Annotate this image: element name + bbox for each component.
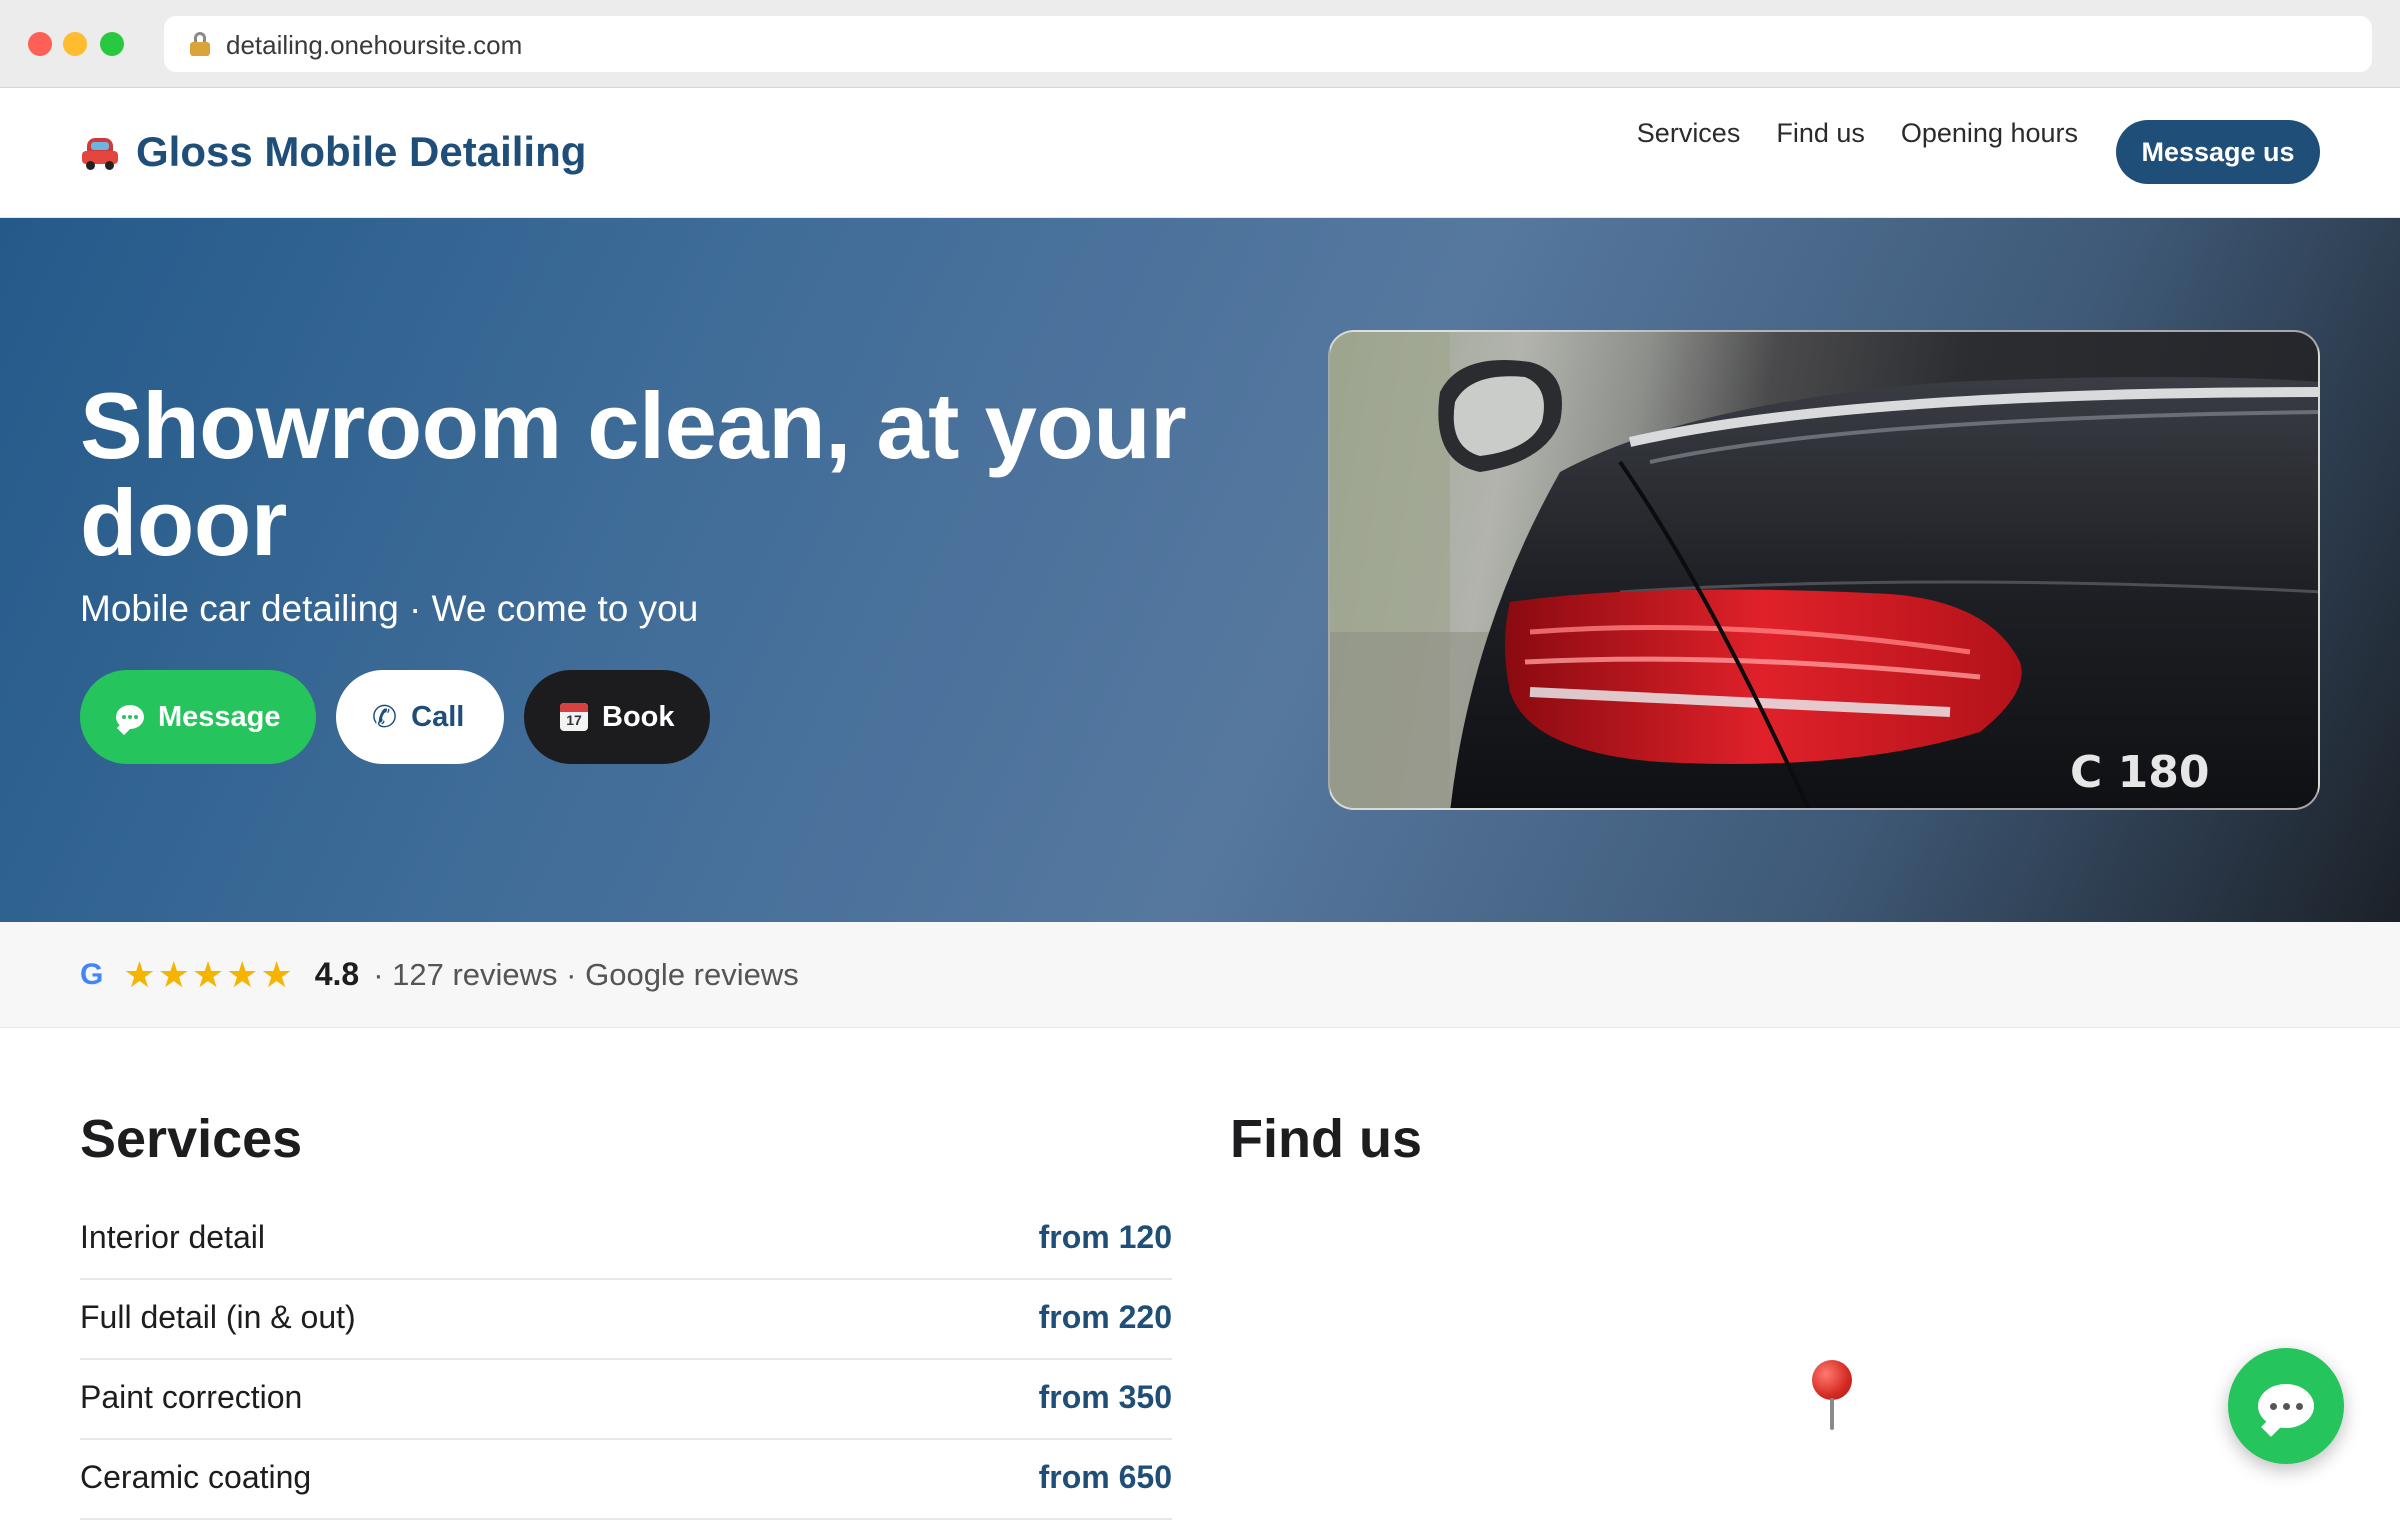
chat-bubble-icon: [116, 705, 144, 729]
address-bar[interactable]: detailing.onehoursite.com: [164, 16, 2372, 72]
site-header: Gloss Mobile Detailing Services Find us …: [0, 88, 2400, 218]
service-price: from 350: [1038, 1378, 1172, 1415]
service-price: from 650: [1038, 1458, 1172, 1495]
hero-section: Showroom clean, at your door Mobile car …: [0, 218, 2400, 922]
url-text: detailing.onehoursite.com: [226, 30, 523, 60]
window-close-button[interactable]: [28, 32, 52, 56]
hero-subtitle: Mobile car detailing · We come to you: [80, 588, 699, 629]
find-us-heading: Find us: [1230, 1109, 1422, 1169]
browser-chrome: detailing.onehoursite.com: [0, 0, 2400, 88]
hero-car-image: C 180: [1328, 330, 2320, 810]
window-maximize-button[interactable]: [100, 32, 124, 56]
lock-icon: [190, 32, 210, 56]
hero-message-button[interactable]: Message: [80, 670, 316, 764]
services-heading: Services: [80, 1109, 303, 1169]
hero-call-button[interactable]: ✆ Call: [336, 670, 504, 764]
service-row: Full detail (in & out) from 220: [80, 1280, 1172, 1360]
service-name: Full detail (in & out): [80, 1298, 356, 1335]
window-minimize-button[interactable]: [63, 32, 87, 56]
main-nav: Services Find us Opening hours: [1637, 118, 2078, 149]
service-row: Interior detail from 120: [80, 1200, 1172, 1280]
reviews-meta: · 127 reviews · Google reviews: [373, 956, 799, 992]
brand-logo[interactable]: Gloss Mobile Detailing: [80, 128, 586, 176]
hero-message-label: Message: [158, 700, 281, 733]
hero-actions: Message ✆ Call 17 Book: [80, 670, 710, 764]
chat-bubble-icon: [2258, 1384, 2314, 1428]
rating-value: 4.8: [314, 956, 360, 992]
map-pin-icon: [1810, 1360, 1854, 1430]
nav-link-services[interactable]: Services: [1637, 118, 1741, 149]
car-rear-illustration: C 180: [1330, 332, 2318, 808]
hero-book-button[interactable]: 17 Book: [524, 670, 710, 764]
services-list: Interior detail from 120 Full detail (in…: [80, 1200, 1172, 1520]
hero-call-label: Call: [411, 700, 465, 733]
service-price: from 220: [1038, 1298, 1172, 1335]
calendar-icon: 17: [560, 703, 588, 731]
message-us-button[interactable]: Message us: [2116, 120, 2320, 184]
phone-icon: ✆: [372, 700, 398, 734]
rating-stars: ★★★★★: [123, 953, 295, 995]
car-icon: [80, 132, 120, 172]
hero-title: Showroom clean, at your door: [80, 373, 1187, 575]
service-row: Ceramic coating from 650: [80, 1440, 1172, 1520]
nav-link-opening-hours[interactable]: Opening hours: [1901, 118, 2078, 149]
car-model-badge: C 180: [2070, 747, 2209, 798]
hero-book-label: Book: [602, 700, 675, 733]
service-name: Paint correction: [80, 1378, 303, 1415]
service-row: Paint correction from 350: [80, 1360, 1172, 1440]
google-icon: G: [80, 957, 104, 991]
reviews-bar[interactable]: G ★★★★★ 4.8 · 127 reviews · Google revie…: [0, 922, 2400, 1028]
floating-chat-button[interactable]: [2228, 1348, 2344, 1464]
nav-link-find-us[interactable]: Find us: [1776, 118, 1865, 149]
service-name: Interior detail: [80, 1218, 265, 1255]
brand-name: Gloss Mobile Detailing: [136, 128, 587, 175]
calendar-day: 17: [566, 712, 582, 728]
service-name: Ceramic coating: [80, 1458, 312, 1495]
service-price: from 120: [1038, 1218, 1172, 1255]
